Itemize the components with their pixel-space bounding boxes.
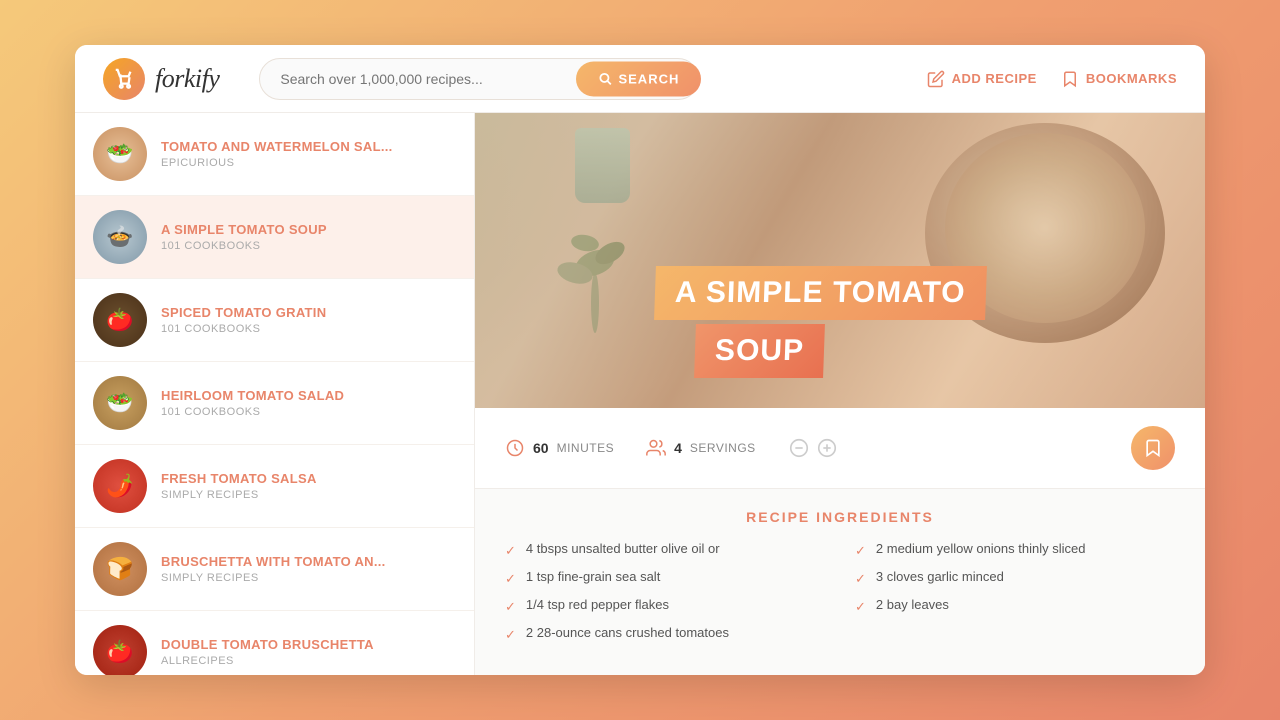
plus-circle-icon[interactable] (816, 437, 838, 459)
recipe-source: SIMPLY RECIPES (161, 489, 456, 501)
ingredient-text: 4 tbsps unsalted butter olive oil or (526, 541, 720, 556)
recipe-details: 60 MINUTES 4 SERVINGS (475, 408, 1205, 489)
servings-detail: 4 SERVINGS (646, 438, 756, 458)
hero-title-block: A SIMPLE TOMATO SOUP (655, 266, 986, 378)
ingredient-text: 2 28-ounce cans crushed tomatoes (526, 625, 729, 640)
bookmark-main-button[interactable] (1131, 426, 1175, 470)
check-icon: ✓ (855, 543, 866, 559)
content-area: A SIMPLE TOMATO SOUP 60 MINUTES (475, 113, 1205, 675)
sidebar: 🥗 TOMATO AND WATERMELON SAL... EPICURIOU… (75, 113, 475, 675)
recipe-thumbnail: 🍅 (93, 625, 147, 675)
app-container: forkify SEARCH ADD RECIPE (75, 45, 1205, 675)
recipe-title: BRUSCHETTA WITH TOMATO AN... (161, 554, 456, 569)
app-name: forkify (155, 64, 219, 94)
recipe-list-item[interactable]: 🥗 TOMATO AND WATERMELON SAL... EPICURIOU… (75, 113, 474, 196)
servings-value: 4 (674, 440, 682, 456)
recipe-info: SPICED TOMATO GRATIN 101 COOKBOOKS (161, 305, 456, 335)
recipe-title: FRESH TOMATO SALSA (161, 471, 456, 486)
check-icon: ✓ (505, 627, 516, 643)
recipe-list-item[interactable]: 🍅 DOUBLE TOMATO BRUSCHETTA ALLRECIPES (75, 611, 474, 675)
check-icon: ✓ (505, 599, 516, 615)
ingredient-item: ✓ 1 tsp fine-grain sea salt (505, 569, 825, 587)
ingredients-grid: ✓ 4 tbsps unsalted butter olive oil or ✓ 2 … (505, 541, 1175, 643)
check-icon: ✓ (855, 599, 866, 615)
hero-title-line1: A SIMPLE TOMATO (654, 266, 986, 320)
recipe-info: HEIRLOOM TOMATO SALAD 101 COOKBOOKS (161, 388, 456, 418)
logo-icon (103, 58, 145, 100)
ingredient-item: ✓ 3 cloves garlic minced (855, 569, 1175, 587)
recipe-thumbnail: 🥗 (93, 376, 147, 430)
recipe-thumbnail: 🍅 (93, 293, 147, 347)
ingredients-title: RECIPE INGREDIENTS (505, 509, 1175, 525)
main-body: 🥗 TOMATO AND WATERMELON SAL... EPICURIOU… (75, 113, 1205, 675)
clock-icon (505, 438, 525, 458)
ingredient-text: 2 bay leaves (876, 597, 949, 612)
ingredient-text: 2 medium yellow onions thinly sliced (876, 541, 1086, 556)
recipe-thumbnail: 🥗 (93, 127, 147, 181)
recipe-info: A SIMPLE TOMATO SOUP 101 COOKBOOKS (161, 222, 456, 252)
recipe-list-item[interactable]: 🥗 HEIRLOOM TOMATO SALAD 101 COOKBOOKS (75, 362, 474, 445)
ingredient-item: ✓ 4 tbsps unsalted butter olive oil or (505, 541, 825, 559)
recipe-thumbnail: 🍞 (93, 542, 147, 596)
minutes-label: MINUTES (557, 441, 615, 455)
bookmarks-button[interactable]: BOOKMARKS (1061, 70, 1177, 88)
recipe-source: ALLRECIPES (161, 655, 456, 667)
recipe-list-item[interactable]: 🍞 BRUSCHETTA WITH TOMATO AN... SIMPLY RE… (75, 528, 474, 611)
ingredient-item: ✓ 2 28-ounce cans crushed tomatoes (505, 625, 825, 643)
recipe-source: 101 COOKBOOKS (161, 240, 456, 252)
minutes-value: 60 (533, 440, 549, 456)
search-area: SEARCH (259, 58, 699, 100)
search-button-label: SEARCH (618, 71, 679, 86)
hero-background: A SIMPLE TOMATO SOUP (475, 113, 1205, 408)
recipe-info: TOMATO AND WATERMELON SAL... EPICURIOUS (161, 139, 456, 169)
ingredient-text: 3 cloves garlic minced (876, 569, 1004, 584)
recipe-source: EPICURIOUS (161, 157, 456, 169)
check-icon: ✓ (505, 543, 516, 559)
ingredients-section: RECIPE INGREDIENTS ✓ 4 tbsps unsalted but… (475, 489, 1205, 675)
recipe-title: HEIRLOOM TOMATO SALAD (161, 388, 456, 403)
search-button[interactable]: SEARCH (576, 61, 701, 96)
check-icon: ✓ (855, 571, 866, 587)
recipe-info: BRUSCHETTA WITH TOMATO AN... SIMPLY RECI… (161, 554, 456, 584)
recipe-title: TOMATO AND WATERMELON SAL... (161, 139, 456, 154)
recipe-list-item[interactable]: 🍲 A SIMPLE TOMATO SOUP 101 COOKBOOKS (75, 196, 474, 279)
recipe-title: SPICED TOMATO GRATIN (161, 305, 456, 320)
header: forkify SEARCH ADD RECIPE (75, 45, 1205, 113)
add-recipe-button[interactable]: ADD RECIPE (927, 70, 1037, 88)
recipe-thumbnail: 🍲 (93, 210, 147, 264)
recipe-info: FRESH TOMATO SALSA SIMPLY RECIPES (161, 471, 456, 501)
add-recipe-label: ADD RECIPE (952, 71, 1037, 86)
recipe-list-item[interactable]: 🌶️ FRESH TOMATO SALSA SIMPLY RECIPES (75, 445, 474, 528)
recipe-thumbnail: 🌶️ (93, 459, 147, 513)
check-icon: ✓ (505, 571, 516, 587)
recipe-source: 101 COOKBOOKS (161, 323, 456, 335)
recipe-hero: A SIMPLE TOMATO SOUP (475, 113, 1205, 408)
recipe-list-item[interactable]: 🍅 SPICED TOMATO GRATIN 101 COOKBOOKS (75, 279, 474, 362)
recipe-source: SIMPLY RECIPES (161, 572, 456, 584)
bookmarks-label: BOOKMARKS (1086, 71, 1177, 86)
header-actions: ADD RECIPE BOOKMARKS (927, 70, 1177, 88)
ingredient-item: ✓ 2 bay leaves (855, 597, 1175, 615)
ingredient-item: ✓ 1/4 tsp red pepper flakes (505, 597, 825, 615)
minus-circle-icon[interactable] (788, 437, 810, 459)
bookmark-icon (1143, 438, 1163, 458)
people-icon (646, 438, 666, 458)
logo-area: forkify (103, 58, 219, 100)
recipe-source: 101 COOKBOOKS (161, 406, 456, 418)
servings-controls (788, 437, 838, 459)
recipe-title: DOUBLE TOMATO BRUSCHETTA (161, 637, 456, 652)
recipe-title: A SIMPLE TOMATO SOUP (161, 222, 456, 237)
ingredient-item: ✓ 2 medium yellow onions thinly sliced (855, 541, 1175, 559)
time-detail: 60 MINUTES (505, 438, 614, 458)
hero-title-line2: SOUP (694, 324, 825, 378)
recipe-info: DOUBLE TOMATO BRUSCHETTA ALLRECIPES (161, 637, 456, 667)
servings-label: SERVINGS (690, 441, 756, 455)
ingredient-text: 1 tsp fine-grain sea salt (526, 569, 660, 584)
ingredient-text: 1/4 tsp red pepper flakes (526, 597, 669, 612)
